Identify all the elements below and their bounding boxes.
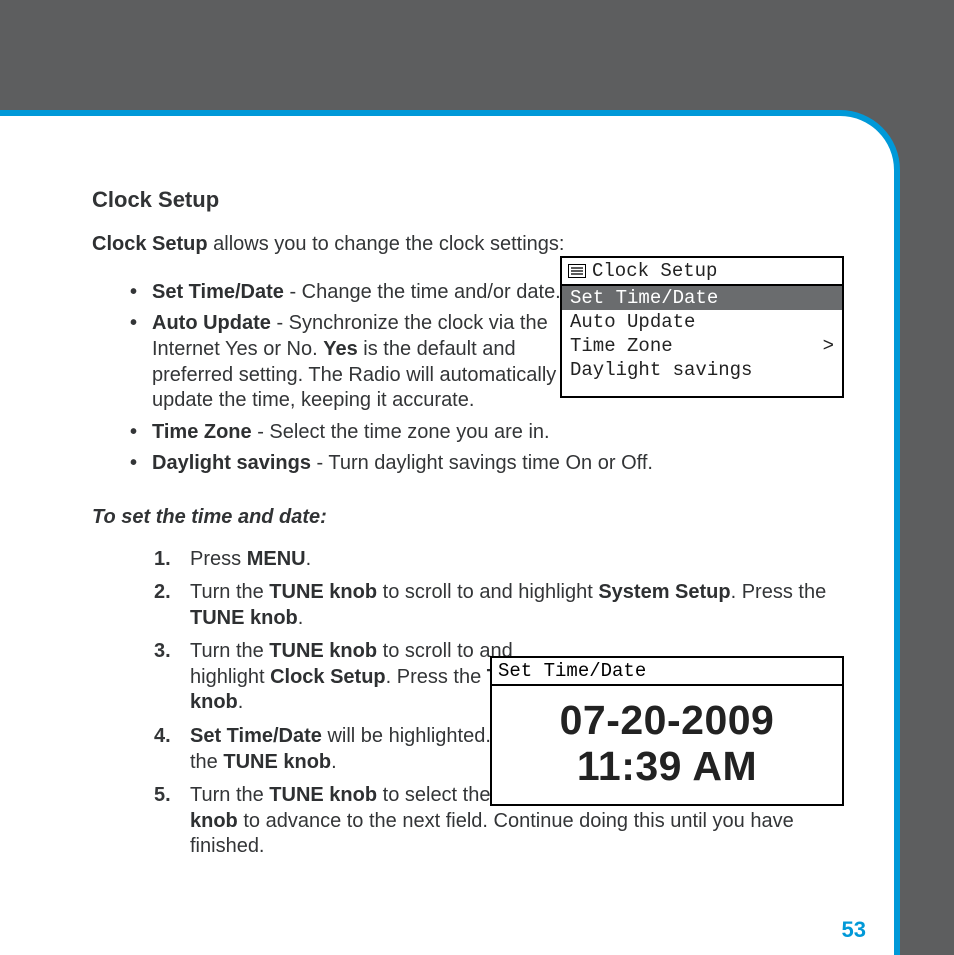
step-strong: TUNE knob [269, 784, 377, 806]
menu-title-row: Clock Setup [562, 258, 842, 286]
timebox-body: 07-20-2009 11:39 AM [492, 686, 842, 804]
bullet-text: - Change the time and/or date. [284, 281, 561, 303]
bullet-auto-update: Auto Update - Synchronize the clock via … [152, 311, 562, 413]
bullet-strong: Auto Update [152, 312, 271, 334]
step-text: . [298, 607, 304, 629]
step-text: . [306, 548, 312, 570]
page-frame: Clock Setup Clock Setup allows you to ch… [0, 110, 900, 955]
menu-item-set-time-date: Set Time/Date [562, 286, 842, 310]
section-title: Clock Setup [92, 186, 836, 214]
bullet-time-zone: Time Zone - Select the time zone you are… [152, 420, 836, 446]
step-1: Press MENU. [170, 547, 836, 573]
step-text: to scroll to and highlight [377, 581, 598, 603]
step-strong: MENU [247, 548, 306, 570]
menu-item-label: Auto Update [570, 311, 695, 333]
bullet-set-time-date: Set Time/Date - Change the time and/or d… [152, 280, 562, 306]
page-number: 53 [842, 917, 866, 943]
step-strong: System Setup [598, 581, 730, 603]
step-text: to advance to the next field. Continue d… [190, 810, 794, 858]
step-text: Turn the [190, 640, 269, 662]
step-strong: TUNE knob [190, 607, 298, 629]
bullet-daylight-savings: Daylight savings - Turn daylight savings… [152, 451, 836, 477]
step-2: Turn the TUNE knob to scroll to and high… [170, 580, 836, 631]
timebox-date: 07-20-2009 [496, 698, 838, 744]
bullet-strong: Set Time/Date [152, 281, 284, 303]
step-strong: TUNE knob [223, 751, 331, 773]
menu-spacer [562, 382, 842, 396]
set-time-date-illustration: Set Time/Date 07-20-2009 11:39 AM [490, 656, 844, 806]
step-strong: Clock Setup [270, 666, 386, 688]
menu-item-label: Daylight savings [570, 359, 752, 381]
chevron-right-icon: > [823, 335, 834, 357]
menu-item-daylight-savings: Daylight savings [562, 358, 842, 382]
bullet-text: - Turn daylight savings time On or Off. [311, 452, 653, 474]
step-strong: Set Time/Date [190, 725, 322, 747]
step-strong: TUNE knob [269, 581, 377, 603]
step-text: . Press the [386, 666, 487, 688]
menu-item-auto-update: Auto Update [562, 310, 842, 334]
menu-title: Clock Setup [592, 260, 717, 282]
menu-item-label: Time Zone [570, 335, 673, 357]
step-text: . [238, 691, 244, 713]
intro-rest: allows you to change the clock settings: [208, 233, 565, 255]
bullet-text: - Select the time zone you are in. [252, 421, 550, 443]
step-strong: TUNE knob [269, 640, 377, 662]
clock-setup-menu-illustration: Clock Setup Set Time/Date Auto Update Ti… [560, 256, 844, 398]
subheading: To set the time and date: [92, 505, 836, 531]
bullet-strong: Daylight savings [152, 452, 311, 474]
menu-item-label: Set Time/Date [570, 287, 718, 309]
intro-paragraph: Clock Setup allows you to change the clo… [92, 232, 836, 258]
bullet-yes: Yes [323, 338, 357, 360]
step-text: Turn the [190, 784, 269, 806]
menu-item-time-zone: Time Zone > [562, 334, 842, 358]
timebox-time: 11:39 AM [496, 744, 838, 790]
step-text: Turn the [190, 581, 269, 603]
timebox-title: Set Time/Date [492, 658, 842, 686]
list-icon [568, 264, 586, 278]
step-text: . [331, 751, 337, 773]
step-text: . Press the [731, 581, 827, 603]
bullet-strong: Time Zone [152, 421, 252, 443]
step-text: Press [190, 548, 247, 570]
intro-strong: Clock Setup [92, 233, 208, 255]
